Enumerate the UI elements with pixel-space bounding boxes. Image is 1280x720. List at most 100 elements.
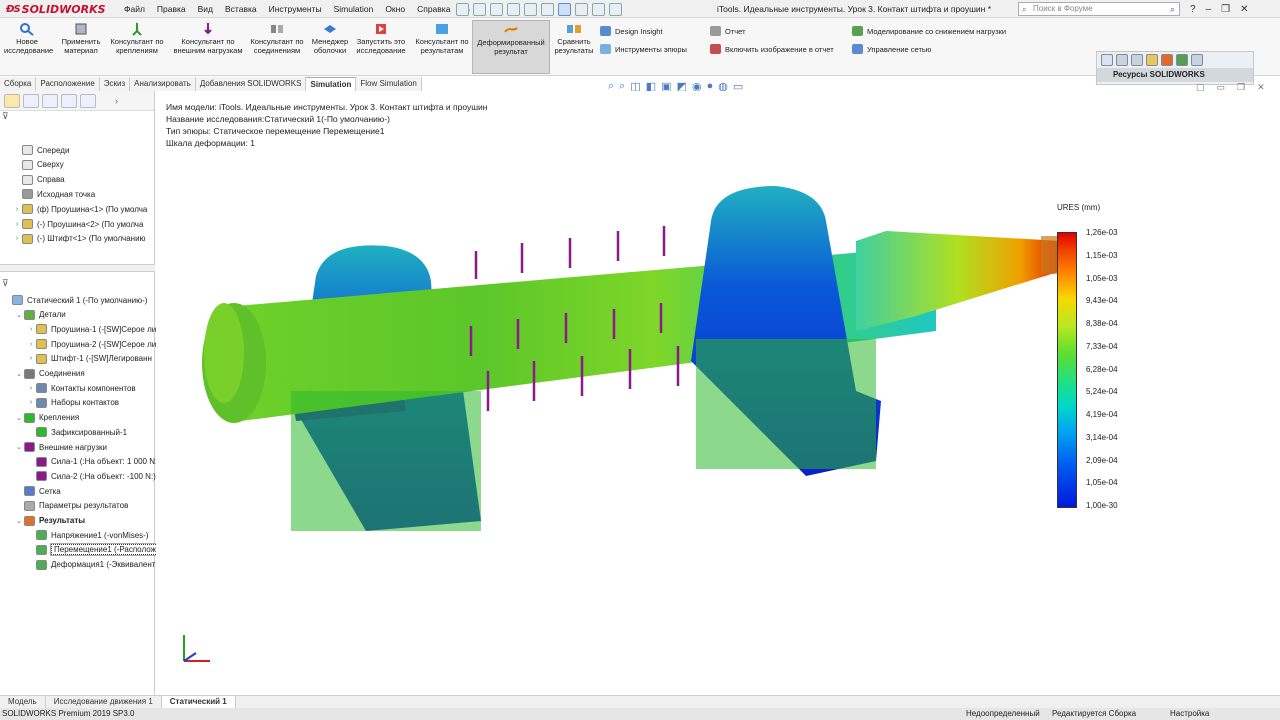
tab-simulation[interactable]: Simulation — [306, 77, 357, 91]
tab-sketch[interactable]: Эскиз — [99, 77, 131, 91]
feature-tree-item[interactable]: Справа — [12, 173, 65, 187]
search-input[interactable]: ⌕ Поиск в Форуме ⌕ — [1018, 2, 1180, 16]
filter-icon[interactable]: ⊽ — [0, 278, 9, 290]
sim-tree-item[interactable]: Деформация1 (-Эквивалент-) — [26, 558, 161, 572]
menu-view[interactable]: Вид — [192, 4, 219, 14]
expand-icon[interactable]: › — [26, 341, 36, 348]
expand-icon[interactable]: › — [26, 355, 36, 362]
include-image-button[interactable]: Включить изображение в отчет — [710, 44, 834, 54]
custom-properties-icon[interactable] — [1176, 54, 1188, 66]
sim-tree-item[interactable]: Статический 1 (-По умолчанию-) — [2, 293, 147, 307]
restore-icon[interactable]: ❐ — [1221, 4, 1230, 15]
select-icon[interactable] — [558, 2, 571, 16]
feature-tree-item[interactable]: Исходная точка — [12, 187, 95, 201]
sim-tree-item[interactable]: Сила-2 (:На объект: -100 N:) — [26, 469, 156, 483]
feature-manager-tab-icon[interactable] — [4, 93, 20, 108]
reduced-load-simulation-button[interactable]: Моделирование со снижением нагрузки — [852, 26, 1006, 36]
tab-layout[interactable]: Расположение — [36, 77, 100, 91]
design-insight-button[interactable]: Design Insight — [600, 26, 663, 36]
run-study-button[interactable]: Запустить это исследование — [354, 22, 408, 55]
network-management-button[interactable]: Управление сетью — [852, 44, 931, 54]
new-document-icon[interactable] — [473, 2, 486, 16]
sim-tree-item[interactable]: › Проушина-2 (-[SW]Серое ли — [26, 337, 156, 351]
options-gear-icon[interactable] — [609, 2, 622, 16]
expand-icon[interactable]: › — [26, 326, 36, 333]
tab-assembly[interactable]: Сборка — [0, 77, 37, 91]
expand-icon[interactable]: › — [26, 399, 36, 406]
sim-tree-item[interactable]: Сетка — [14, 484, 61, 498]
print-icon[interactable] — [524, 2, 537, 16]
sim-tree-item[interactable]: Напряжение1 (-vonMises-) — [26, 528, 149, 542]
sim-tree-item[interactable]: › Штифт-1 (-[SW]Легированн — [26, 352, 152, 366]
home-icon[interactable] — [1101, 54, 1113, 66]
sim-tree-item[interactable]: ⌄ Результаты — [14, 514, 85, 528]
resources-label[interactable]: Ресурсы SOLIDWORKS — [1097, 68, 1253, 82]
file-explorer-icon[interactable] — [1131, 54, 1143, 66]
tab-flow-simulation[interactable]: Flow Simulation — [356, 77, 422, 91]
filter-icon[interactable]: ⊽ — [0, 111, 154, 123]
file-properties-icon[interactable] — [592, 2, 605, 16]
save-icon[interactable] — [507, 2, 520, 16]
menu-file[interactable]: Файл — [118, 4, 151, 14]
open-icon[interactable] — [490, 2, 503, 16]
sim-tree-item[interactable]: ⌄ Соединения — [14, 367, 85, 381]
tab-addins[interactable]: Добавления SOLIDWORKS — [195, 77, 307, 91]
tab-static-study[interactable]: Статический 1 — [161, 696, 236, 708]
sim-tree-item[interactable]: ⌄ Внешние нагрузки — [14, 440, 107, 454]
expand-icon[interactable]: ⌄ — [14, 311, 24, 319]
expand-icon[interactable]: ⌄ — [14, 517, 24, 525]
feature-tree-item[interactable]: › (-) Штифт<1> (По умолчанию — [12, 232, 146, 246]
expand-icon[interactable]: › — [26, 385, 36, 392]
expand-icon[interactable]: › — [12, 221, 22, 228]
sim-tree-item[interactable]: ⌄ Крепления — [14, 411, 79, 425]
tab-evaluate[interactable]: Анализировать — [130, 77, 196, 91]
feature-tree-item[interactable]: › (ф) Проушина<1> (По умолча — [12, 202, 147, 216]
appearances-icon[interactable] — [1161, 54, 1173, 66]
sim-tree-item[interactable]: ⌄ Детали — [14, 308, 66, 322]
task-pane-icon[interactable] — [1191, 54, 1203, 66]
expand-icon[interactable]: › — [12, 235, 22, 242]
sim-tree-item[interactable]: Зафиксированный-1 — [26, 425, 127, 439]
display-manager-tab-icon[interactable] — [80, 93, 96, 108]
dimxpert-tab-icon[interactable] — [61, 93, 77, 108]
home-icon[interactable] — [456, 2, 469, 16]
status-settings[interactable]: Настройка — [1170, 708, 1209, 720]
menu-window[interactable]: Окно — [379, 4, 411, 14]
menu-tools[interactable]: Инструменты — [263, 4, 328, 14]
compare-results-button[interactable]: Сравнить результаты — [552, 22, 596, 55]
more-tabs-icon[interactable]: › — [115, 96, 118, 106]
traffic-light-icon[interactable] — [575, 2, 588, 16]
expand-icon[interactable]: ⌄ — [14, 414, 24, 422]
pane-splitter[interactable] — [0, 264, 155, 272]
tab-motion-study[interactable]: Исследование движения 1 — [46, 696, 162, 708]
feature-tree-item[interactable]: Спереди — [12, 143, 69, 157]
configuration-manager-tab-icon[interactable] — [42, 93, 58, 108]
results-advisor-button[interactable]: Консультант по результатам — [412, 22, 472, 55]
view-palette-icon[interactable] — [1146, 54, 1158, 66]
sim-tree-item[interactable]: › Проушина-1 (-[SW]Серое ли — [26, 322, 156, 336]
menu-edit[interactable]: Правка — [151, 4, 192, 14]
feature-tree-item[interactable]: › (-) Проушина<2> (По умолча — [12, 217, 143, 231]
report-button[interactable]: Отчет — [710, 26, 746, 36]
menu-help[interactable]: Справка — [411, 4, 456, 14]
parts-library-icon[interactable] — [1116, 54, 1128, 66]
sim-tree-item[interactable]: Сила-1 (:На объект: 1 000 N:) — [26, 455, 160, 469]
property-manager-tab-icon[interactable] — [23, 93, 39, 108]
close-icon[interactable]: ✕ — [1240, 4, 1248, 15]
graphics-area[interactable]: Имя модели: iTools. Идеальные инструмент… — [156, 91, 1280, 695]
help-icon[interactable]: ? — [1190, 4, 1196, 15]
new-study-button[interactable]: Новое исследование — [4, 22, 53, 55]
color-legend-bar[interactable] — [1057, 232, 1077, 508]
plot-tools-button[interactable]: Инструменты эпюры — [600, 44, 687, 54]
connections-advisor-button[interactable]: Консультант по соединениям — [248, 22, 306, 55]
feature-tree-item[interactable]: Сверху — [12, 158, 64, 172]
expand-icon[interactable]: ⌄ — [14, 443, 24, 451]
sim-tree-item[interactable]: › Контакты компонентов — [26, 381, 136, 395]
shell-manager-button[interactable]: Менеджер оболочки — [308, 22, 352, 55]
menu-simulation[interactable]: Simulation — [328, 4, 380, 14]
undo-icon[interactable] — [541, 2, 554, 16]
sim-tree-item[interactable]: Параметры результатов — [14, 499, 128, 513]
tab-model[interactable]: Модель — [0, 696, 46, 708]
search-go-icon[interactable]: ⌕ — [1170, 3, 1175, 15]
fixtures-advisor-button[interactable]: Консультант по креплениям — [106, 22, 168, 55]
